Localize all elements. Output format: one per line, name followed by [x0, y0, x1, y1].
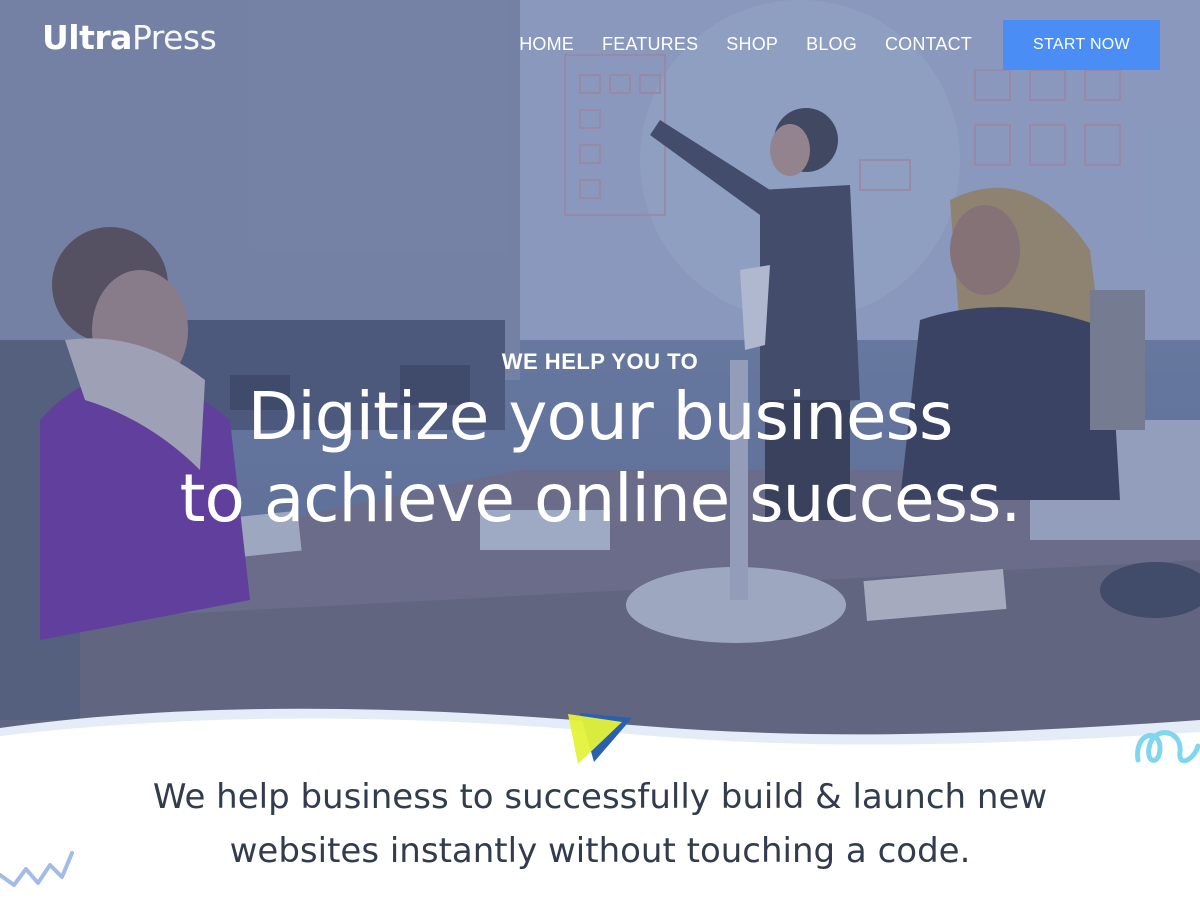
nav-item-blog[interactable]: BLOG: [806, 34, 857, 55]
nav-item-contact[interactable]: CONTACT: [885, 34, 972, 55]
play-triangle-icon: [568, 713, 632, 764]
intro-line1: We help business to successfully build &…: [152, 777, 1048, 817]
hero-section: UltraPress HOME FEATURES SHOP BLOG CONTA…: [0, 0, 1200, 760]
nav-item-features[interactable]: FEATURES: [602, 34, 698, 55]
hero-eyebrow: WE HELP YOU TO: [501, 349, 699, 374]
main-navigation: HOME FEATURES SHOP BLOG CONTACT: [519, 34, 972, 55]
intro-tagline: We help business to successfully build &…: [0, 770, 1200, 878]
nav-item-shop[interactable]: SHOP: [726, 34, 778, 55]
start-now-button[interactable]: START NOW: [1003, 20, 1160, 70]
logo-text-bold: Ultra: [42, 18, 132, 57]
site-logo[interactable]: UltraPress: [42, 18, 217, 57]
squiggle-decoration: [1135, 730, 1200, 764]
hero-headline: Digitize your business to achieve online…: [0, 376, 1200, 540]
intro-line2: websites instantly without touching a co…: [229, 831, 971, 871]
logo-text-light: Press: [131, 18, 217, 57]
nav-item-home[interactable]: HOME: [519, 34, 574, 55]
hero-headline-line1: Digitize your business: [247, 378, 954, 455]
hero-headline-line2: to achieve online success.: [179, 460, 1022, 537]
